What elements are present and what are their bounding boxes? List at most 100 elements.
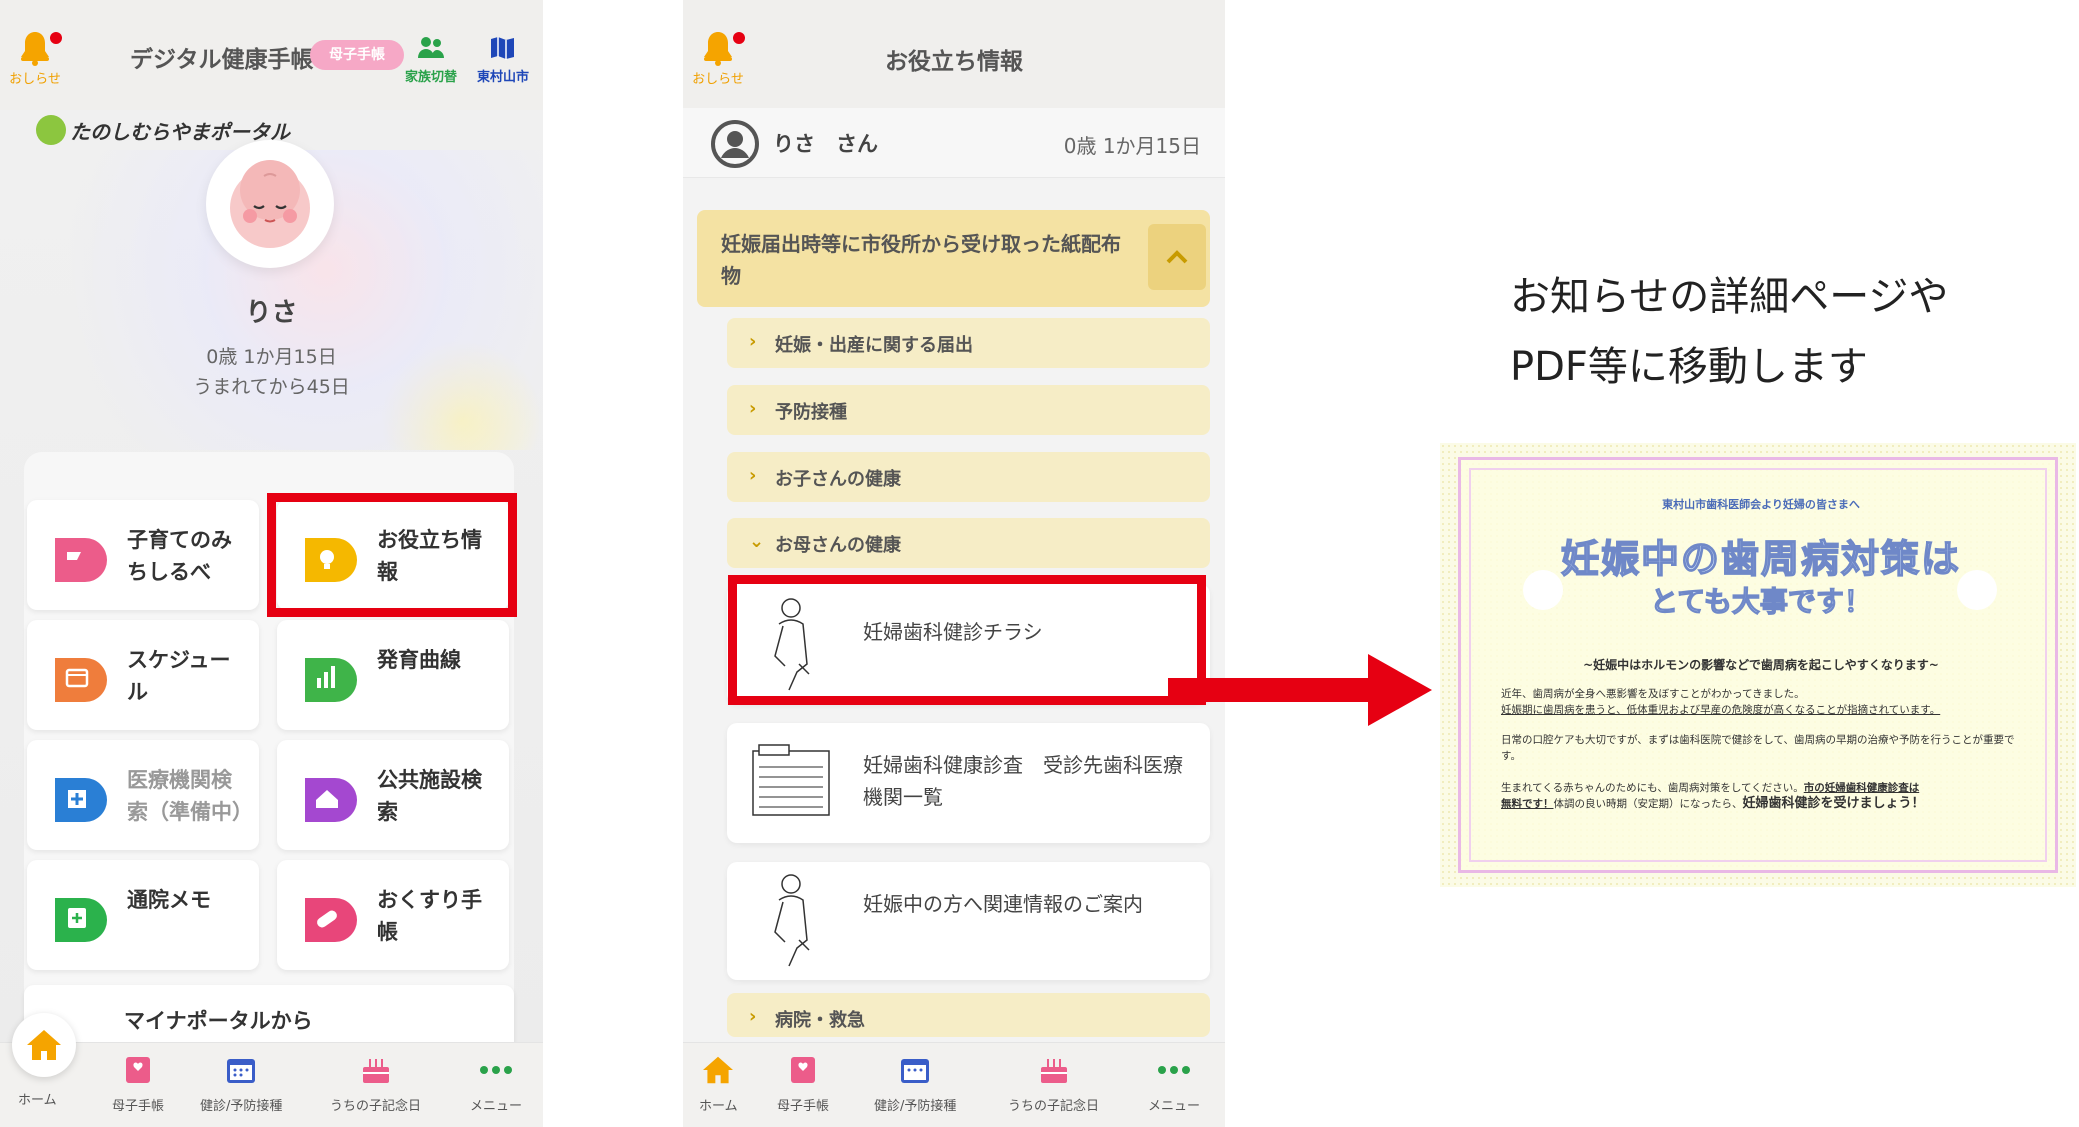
caption-line: お知らせの詳細ページや xyxy=(1510,274,1949,320)
home-icon xyxy=(703,1056,734,1084)
family-switch-button[interactable]: 家族切替 xyxy=(400,36,462,85)
sub-item-child-health[interactable]: › お子さんの健康 xyxy=(727,452,1210,502)
tab-label: メニュー xyxy=(470,1099,523,1114)
middle-phone-screen: おしらせ お役立ち情報 りさ さん 0歳 1か月15日 妊娠届出時等に市役所から… xyxy=(683,0,1225,1127)
menu-tile-growth-curve[interactable]: 発育曲線 xyxy=(277,620,509,730)
handbook-icon xyxy=(791,1057,815,1083)
menu-tile-myna-portal[interactable]: マイナポータルから xyxy=(24,985,514,1045)
flyer-paragraph: 日常の口腔ケアも大切ですが、まずは歯科医院で健診をして、歯周病の早期の治療や予防… xyxy=(1501,734,2015,762)
flyer-organization: 東村山市歯科医師会より妊婦の皆さまへ xyxy=(1662,498,1860,511)
bottom-tab-bar: ホーム 母子手帳 健診/予防接種 うちの子記念日 メニュー xyxy=(683,1042,1225,1127)
sub-item-label: お母さんの健康 xyxy=(775,535,901,556)
flyer-frame: 東村山市歯科医師会より妊婦の皆さまへ 妊娠中の歯周病対策は とても大事です！ ~… xyxy=(1458,457,2058,873)
collapse-button[interactable] xyxy=(1148,224,1206,290)
tab-checkup-vaccination[interactable]: 健診/予防接種 xyxy=(200,1055,282,1114)
menu-tile-label: 子育てのみちしるべ xyxy=(127,528,232,584)
tab-home[interactable]: ホーム xyxy=(699,1055,738,1114)
tab-menu[interactable]: メニュー xyxy=(1148,1055,1200,1114)
flyer-text: 近年、歯周病が全身へ悪影響を及ぼすことがわかってきました。 xyxy=(1501,688,1805,700)
flyer-text: 市の妊婦歯科健康診査は xyxy=(1803,782,1920,794)
user-age: 0歳 1か月15日 xyxy=(1063,134,1201,158)
child-age: 0歳 1か月15日 xyxy=(206,346,337,368)
guide-icon xyxy=(55,538,107,582)
tab-home[interactable] xyxy=(12,1013,76,1077)
menu-tile-guide[interactable]: 子育てのみちしるべ xyxy=(27,500,259,610)
doc-card-dental-clinic-list[interactable]: 妊婦歯科健康診査 受診先歯科医療機関一覧 xyxy=(727,723,1210,843)
child-name: りさ xyxy=(245,298,298,328)
tab-label: 母子手帳 xyxy=(112,1099,165,1114)
tab-label: うちの子記念日 xyxy=(1008,1099,1100,1114)
sub-item-pregnancy-notification[interactable]: › 妊娠・出産に関する届出 xyxy=(727,318,1210,368)
city-button[interactable]: 東村山市 xyxy=(472,36,534,85)
chevron-right-icon: › xyxy=(749,465,757,486)
pill-icon xyxy=(305,898,357,942)
arrow-right-icon xyxy=(1168,654,1432,726)
doctor-illustration-icon xyxy=(774,874,810,967)
menu-tile-label: 発育曲線 xyxy=(377,648,461,672)
tab-menu[interactable]: メニュー xyxy=(470,1055,522,1114)
menu-tile-medicine-book[interactable]: おくすり手帳 xyxy=(277,860,509,970)
flyer-text: 生まれてくる赤ちゃんのためにも、歯周病対策をしてください。 xyxy=(1501,782,1804,794)
menu-tile-facility-search[interactable]: 公共施設検索 xyxy=(277,740,509,850)
menu-tile-visit-memo[interactable]: 通院メモ xyxy=(27,860,259,970)
menu-tile-schedule[interactable]: スケジュール xyxy=(27,620,259,730)
pdf-flyer-preview: 東村山市歯科医師会より妊婦の皆さまへ 妊娠中の歯周病対策は とても大事です！ ~… xyxy=(1440,443,2076,887)
flyer-paragraph: 生まれてくる赤ちゃんのためにも、歯周病対策をしてください。市の妊婦歯科健康診査は… xyxy=(1501,780,2031,812)
menu-tile-label: 公共施設検索 xyxy=(377,768,482,824)
chevron-down-icon: ⌄ xyxy=(749,531,765,552)
notify-label: おしらせ xyxy=(9,72,61,87)
doc-title: 妊娠中の方へ関連情報のご案内 xyxy=(863,892,1143,916)
sub-item-mother-health[interactable]: ⌄ お母さんの健康 xyxy=(727,518,1210,568)
tab-mother-child-book[interactable]: 母子手帳 xyxy=(112,1055,164,1114)
mode-badge: 母子手帳 xyxy=(310,40,404,70)
cake-icon xyxy=(1040,1059,1067,1083)
calendar-icon xyxy=(901,1059,930,1083)
flyer-title-line2: とても大事です！ xyxy=(1650,584,1873,618)
app-header: おしらせ お役立ち情報 xyxy=(683,0,1225,108)
doc-card-pregnancy-info[interactable]: 妊娠中の方へ関連情報のご案内 xyxy=(727,862,1210,980)
tab-label: メニュー xyxy=(1148,1099,1201,1114)
tab-anniversary[interactable]: うちの子記念日 xyxy=(1008,1055,1099,1114)
tab-label: うちの子記念日 xyxy=(330,1099,422,1114)
family-switch-label: 家族切替 xyxy=(404,70,457,85)
child-avatar[interactable] xyxy=(206,140,334,268)
bell-icon xyxy=(21,32,49,66)
flyer-text: 体調の良い時期（安定期）になったら、 xyxy=(1553,798,1743,810)
house-icon xyxy=(305,778,357,822)
menu-tile-label: スケジュール xyxy=(127,648,231,704)
user-avatar-icon xyxy=(711,120,759,168)
tab-checkup-vaccination[interactable]: 健診/予防接種 xyxy=(874,1055,956,1114)
hospital-icon xyxy=(55,778,107,822)
sub-item-label: 予防接種 xyxy=(775,402,847,423)
flyer-text: 妊娠期に歯周病を患うと、低体重児および早産の危険度が高くなることが指摘されていま… xyxy=(1501,704,1941,716)
sub-item-hospital-emergency[interactable]: › 病院・救急 xyxy=(727,993,1210,1037)
cake-icon xyxy=(362,1059,389,1083)
flyer-text: 妊婦歯科健診を受けましょう！ xyxy=(1742,796,1925,811)
tab-label: 健診/予防接種 xyxy=(874,1099,957,1114)
doc-title: 妊婦歯科健康診査 受診先歯科医療機関一覧 xyxy=(863,753,1183,809)
menu-tile-label: 通院メモ xyxy=(127,888,211,912)
accordion-title: 妊娠届出時等に市役所から受け取った紙配布物 xyxy=(721,232,1121,288)
more-dots-icon xyxy=(480,1066,512,1074)
sub-item-vaccination[interactable]: › 予防接種 xyxy=(727,385,1210,435)
calendar-icon xyxy=(227,1059,256,1083)
baby-face-icon xyxy=(230,160,310,248)
menu-tile-medical-search[interactable]: 医療機関検索（準備中） xyxy=(27,740,259,850)
tab-mother-child-book[interactable]: 母子手帳 xyxy=(777,1055,829,1114)
app-header: おしらせ デジタル健康手帳 母子手帳 家族切替 東村山市 xyxy=(0,0,543,110)
flyer-text: 無料です！ xyxy=(1501,798,1554,810)
flyer-subtitle: ~妊娠中はホルモンの影響などで歯周病を起こしやすくなります~ xyxy=(1583,658,1939,672)
sub-item-label: 妊娠・出産に関する届出 xyxy=(775,335,973,356)
explanation-caption: お知らせの詳細ページや PDF等に移動します xyxy=(1510,262,2030,402)
accordion-header[interactable]: 妊娠届出時等に市役所から受け取った紙配布物 xyxy=(697,210,1210,307)
sub-item-label: お子さんの健康 xyxy=(775,469,901,490)
more-dots-icon xyxy=(1158,1066,1190,1074)
tab-anniversary[interactable]: うちの子記念日 xyxy=(330,1055,421,1114)
chevron-right-icon: › xyxy=(749,1006,757,1027)
chevron-right-icon: › xyxy=(749,331,757,352)
family-icon xyxy=(418,37,444,58)
menu-tile-label: 医療機関検索（準備中） xyxy=(127,768,253,824)
page-title: お役立ち情報 xyxy=(885,49,1023,75)
notification-button[interactable]: おしらせ xyxy=(0,30,70,87)
flyer-paragraph: 近年、歯周病が全身へ悪影響を及ぼすことがわかってきました。 妊娠期に歯周病を患う… xyxy=(1501,686,2031,718)
